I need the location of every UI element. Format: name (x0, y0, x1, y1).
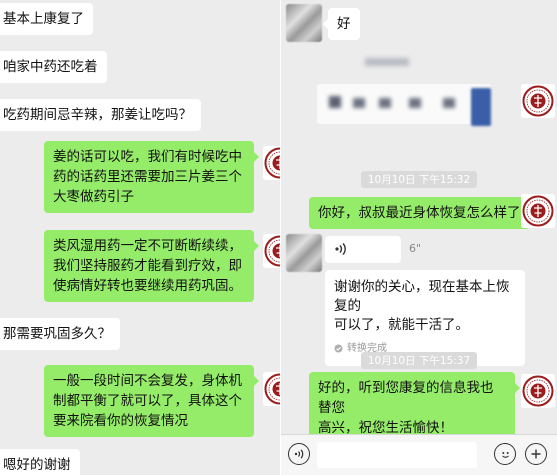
redacted-text (379, 98, 391, 108)
hospital-seal-icon (263, 372, 280, 406)
right-chat-panel: 好 10月10日 下午15:32 你好，叔叔最近身体恢复怎么样了 6" 谢谢你的… (281, 0, 557, 475)
message-line: 姜的话可以吃，我们有时候吃中 (53, 149, 242, 165)
voice-message[interactable] (325, 236, 401, 263)
message-line: 好的，听到您康复的信息我也替您 (318, 380, 494, 416)
message-line: 要来院看你的恢复情况 (53, 413, 188, 429)
hospital-seal-icon (521, 84, 555, 118)
voice-toggle-button[interactable] (288, 443, 310, 465)
more-button[interactable] (525, 443, 547, 465)
input-bar (281, 434, 557, 475)
voice-duration: 6" (409, 242, 422, 255)
message-text: 好 (337, 16, 351, 32)
avatar[interactable] (286, 234, 322, 272)
hospital-seal-icon (521, 374, 555, 408)
timestamp: 10月10日 下午15:32 (281, 171, 557, 188)
timestamp: 10月10日 下午15:37 (281, 352, 557, 369)
hospital-seal-icon (263, 146, 280, 180)
message-bubble: 吃药期间忌辛辣，那姜让吃吗？ (0, 99, 201, 131)
sound-wave-icon (335, 243, 346, 255)
avatar[interactable] (263, 146, 280, 180)
avatar[interactable] (521, 194, 555, 228)
message-line: 可以了，就能干活了。 (334, 317, 469, 333)
message-line: 我们坚持服药才能看到疗效，即 (53, 258, 242, 274)
left-chat-panel: 基本上康复了 咱家中药还吃着 吃药期间忌辛辣，那姜让吃吗？ 姜的话可以吃，我们有… (0, 0, 280, 475)
redacted-text (365, 58, 409, 66)
hospital-seal-icon (521, 194, 555, 228)
message-bubble: 嗯好的谢谢 (0, 449, 80, 475)
message-bubble: 类风湿用药一定不可断断续续， 我们坚持服药才能看到疗效，即 使病情好转也要继续用… (44, 230, 259, 302)
message-bubble: 你好，叔叔最近身体恢复怎么样了 (309, 197, 534, 229)
message-line: 类风湿用药一定不可断断续续， (53, 238, 242, 254)
message-bubble: 好 (323, 8, 360, 40)
message-bubble: 咱家中药还吃着 (0, 51, 107, 83)
redacted-image (471, 88, 491, 126)
redacted-text (443, 98, 455, 108)
message-text: 吃药期间忌辛辣，那姜让吃吗？ (3, 107, 192, 123)
avatar[interactable] (521, 374, 555, 408)
avatar[interactable] (521, 84, 555, 118)
message-bubble: 一般一段时间不会复发，身体机 制都平衡了就可以了，具体这个 要来院看你的恢复情况 (44, 365, 259, 437)
message-line: 大枣做药引子 (53, 189, 134, 205)
message-line: 药的话药里还需要加三片姜三个 (53, 169, 242, 185)
redacted-text (329, 96, 341, 108)
emoji-button[interactable] (494, 443, 516, 465)
message-bubble: 那需要巩固多久？ (0, 318, 120, 350)
message-text: 基本上康复了 (3, 11, 84, 27)
redacted-text (409, 98, 421, 108)
emoji-icon (501, 451, 509, 458)
message-line: 使病情好转也要继续用药巩固。 (53, 278, 242, 294)
avatar[interactable] (263, 372, 280, 406)
redacted-text (353, 98, 365, 108)
message-bubble: 基本上康复了 (0, 3, 93, 35)
voice-icon (294, 449, 304, 459)
message-text: 你好，叔叔最近身体恢复怎么样了 (318, 205, 521, 221)
plus-icon (531, 449, 541, 459)
message-bubble: 姜的话可以吃，我们有时候吃中 药的话药里还需要加三片姜三个 大枣做药引子 (44, 141, 259, 213)
avatar[interactable] (286, 4, 322, 42)
message-line: 制都平衡了就可以了，具体这个 (53, 393, 242, 409)
message-text: 那需要巩固多久？ (3, 326, 111, 342)
message-input[interactable] (317, 442, 477, 468)
message-text: 嗯好的谢谢 (3, 457, 71, 473)
message-text: 咱家中药还吃着 (3, 59, 98, 75)
hospital-seal-icon (263, 234, 280, 268)
avatar[interactable] (263, 234, 280, 268)
message-line: 谢谢你的关心，现在基本上恢复的 (334, 279, 510, 314)
message-line: 一般一段时间不会复发，身体机 (53, 373, 242, 389)
redacted-card[interactable] (317, 84, 491, 124)
